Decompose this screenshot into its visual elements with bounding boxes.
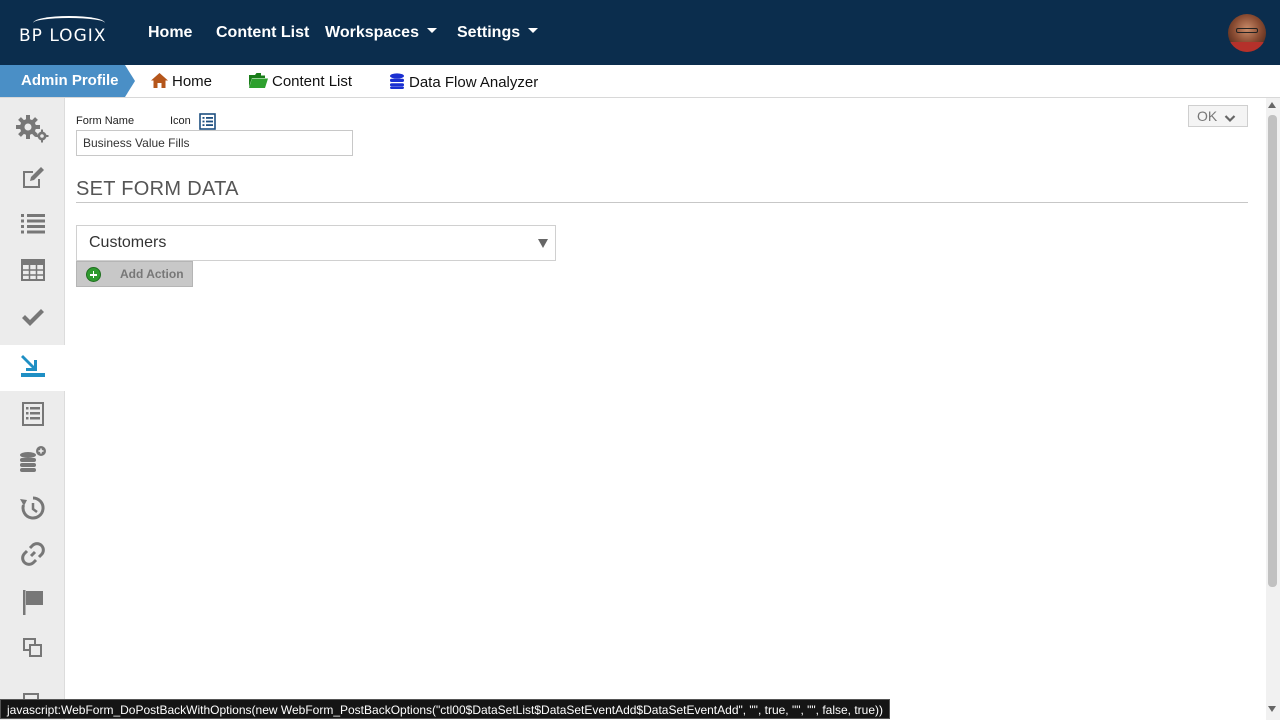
sidebar-item-list[interactable] (0, 203, 65, 249)
sidebar-item-copy[interactable] (0, 627, 65, 673)
bp-logix-logo[interactable]: BP LOGIX (19, 16, 106, 46)
link-icon (20, 541, 45, 571)
nav-home-label: Home (148, 24, 193, 41)
check-icon (21, 308, 45, 333)
sidebar-item-database-add[interactable] (0, 439, 65, 485)
caret-down-icon (528, 28, 539, 34)
breadcrumb-data-flow-analyzer[interactable]: Data Flow Analyzer (389, 73, 538, 93)
dataset-select-value: Customers (89, 234, 167, 251)
breadcrumb-content-list-label: Content List (272, 73, 353, 90)
edit-icon (21, 166, 45, 194)
avatar-shirt (1228, 42, 1266, 52)
ok-button[interactable]: OK (1188, 105, 1248, 127)
section-title: SET FORM DATA (76, 178, 239, 200)
scrollbar-thumb[interactable] (1268, 115, 1277, 587)
sidebar-item-table[interactable] (0, 249, 65, 295)
form-name-input[interactable]: Business Value Fills (76, 130, 353, 156)
form-name-label: Form Name (76, 115, 135, 127)
nav-content-list-label: Content List (216, 24, 310, 41)
home-icon (151, 73, 168, 92)
sidebar-item-edit[interactable] (0, 157, 65, 203)
nav-content-list[interactable]: Content List (216, 24, 309, 42)
ok-button-label: OK (1197, 108, 1218, 124)
logo-text: BP LOGIX (19, 26, 107, 46)
chevron-down-icon (1224, 109, 1236, 129)
form-list-icon (21, 401, 44, 431)
breadcrumb-home[interactable]: Home (151, 73, 212, 92)
admin-profile-tab[interactable]: Admin Profile (0, 65, 135, 97)
left-sidebar (0, 98, 65, 720)
nav-workspaces-label: Workspaces (325, 24, 419, 41)
section-divider (76, 202, 1248, 203)
import-icon (20, 354, 46, 383)
table-icon (20, 258, 45, 286)
history-icon (19, 495, 46, 526)
scroll-down-arrow-icon[interactable] (1268, 706, 1276, 712)
sidebar-item-form-list[interactable] (0, 393, 65, 439)
dropdown-arrow-icon (538, 239, 548, 248)
sidebar-item-history[interactable] (0, 487, 65, 533)
plus-circle-icon (86, 267, 101, 282)
form-icon-picker[interactable] (199, 113, 216, 130)
top-navbar: BP LOGIX Home Content List Workspaces Se… (0, 0, 1280, 65)
avatar-glasses (1236, 28, 1258, 33)
sidebar-item-settings[interactable] (0, 108, 65, 154)
caret-down-icon (426, 28, 437, 34)
status-bar: javascript:WebForm_DoPostBackWithOptions… (0, 699, 891, 719)
sidebar-item-flag[interactable] (0, 581, 65, 627)
sidebar-item-import[interactable] (0, 345, 65, 391)
breadcrumb-home-label: Home (172, 73, 213, 90)
nav-workspaces[interactable]: Workspaces (325, 24, 437, 42)
copy-icon (22, 637, 43, 663)
flag-icon (22, 589, 44, 620)
breadcrumb: Admin Profile Home Content List Data Flo… (0, 65, 1280, 98)
breadcrumb-data-flow-analyzer-label: Data Flow Analyzer (409, 74, 539, 91)
gears-icon (15, 114, 50, 148)
dataset-select[interactable]: Customers (76, 225, 556, 261)
database-icon (389, 73, 405, 93)
scroll-up-arrow-icon[interactable] (1268, 102, 1276, 108)
sidebar-item-check[interactable] (0, 297, 65, 343)
user-avatar[interactable] (1228, 14, 1266, 52)
icon-label: Icon (170, 115, 191, 127)
nav-settings[interactable]: Settings (457, 24, 539, 42)
add-action-label: Add Action (120, 267, 184, 281)
nav-home[interactable]: Home (148, 24, 192, 42)
database-add-icon (19, 445, 47, 479)
sidebar-item-link[interactable] (0, 533, 65, 579)
list-icon (20, 213, 45, 239)
breadcrumb-content-list[interactable]: Content List (249, 73, 352, 92)
nav-settings-label: Settings (457, 24, 521, 41)
folder-icon (249, 73, 268, 92)
add-action-button[interactable]: Add Action (76, 261, 193, 287)
